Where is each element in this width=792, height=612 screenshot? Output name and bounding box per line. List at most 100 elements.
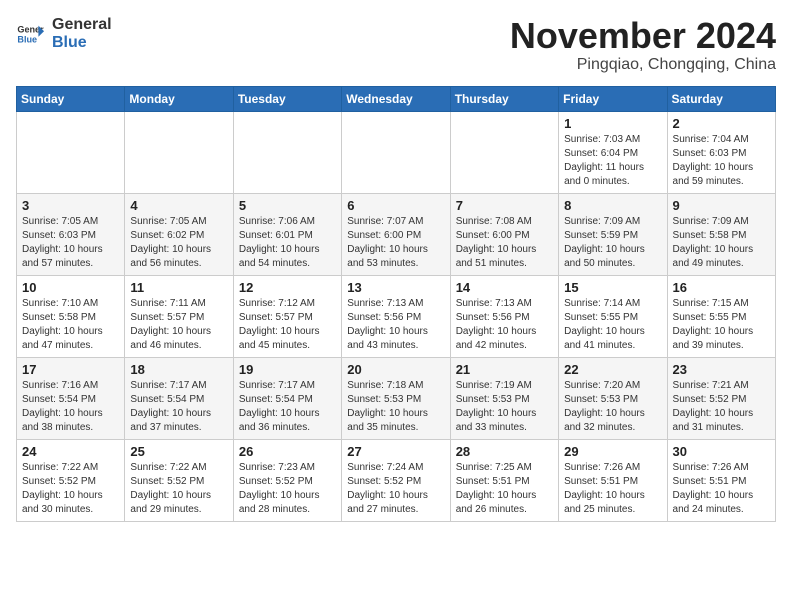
day-number: 27 (347, 444, 444, 459)
logo-icon: General Blue (16, 20, 44, 48)
day-info: Sunrise: 7:13 AM Sunset: 5:56 PM Dayligh… (456, 297, 553, 353)
day-number: 28 (456, 444, 553, 459)
day-number: 1 (564, 116, 661, 131)
day-number: 5 (239, 198, 336, 213)
day-number: 18 (130, 362, 227, 377)
day-number: 16 (673, 280, 770, 295)
calendar-cell: 24 Sunrise: 7:22 AM Sunset: 5:52 PM Dayli… (17, 439, 125, 521)
day-number: 26 (239, 444, 336, 459)
day-info: Sunrise: 7:09 AM Sunset: 5:58 PM Dayligh… (673, 215, 770, 271)
day-number: 20 (347, 362, 444, 377)
day-number: 8 (564, 198, 661, 213)
day-number: 21 (456, 362, 553, 377)
calendar-cell: 26 Sunrise: 7:23 AM Sunset: 5:52 PM Dayli… (233, 439, 341, 521)
month-title: November 2024 (510, 16, 776, 56)
day-info: Sunrise: 7:05 AM Sunset: 6:02 PM Dayligh… (130, 215, 227, 271)
weekday-header-sunday: Sunday (17, 86, 125, 111)
calendar-cell: 2 Sunrise: 7:04 AM Sunset: 6:03 PM Daylig… (667, 111, 775, 193)
day-number: 12 (239, 280, 336, 295)
day-info: Sunrise: 7:07 AM Sunset: 6:00 PM Dayligh… (347, 215, 444, 271)
day-info: Sunrise: 7:24 AM Sunset: 5:52 PM Dayligh… (347, 461, 444, 517)
calendar-cell: 21 Sunrise: 7:19 AM Sunset: 5:53 PM Dayli… (450, 357, 558, 439)
day-number: 23 (673, 362, 770, 377)
week-row-4: 17Sunrise: 7:16 AM Sunset: 5:54 PM Dayli… (17, 357, 776, 439)
logo-blue-text: Blue (52, 34, 112, 52)
weekday-header-thursday: Thursday (450, 86, 558, 111)
calendar-cell: 12 Sunrise: 7:12 AM Sunset: 5:57 PM Dayli… (233, 275, 341, 357)
calendar-cell: 27 Sunrise: 7:24 AM Sunset: 5:52 PM Dayli… (342, 439, 450, 521)
weekday-header-wednesday: Wednesday (342, 86, 450, 111)
day-info: Sunrise: 7:19 AM Sunset: 5:53 PM Dayligh… (456, 379, 553, 435)
day-number: 10 (22, 280, 119, 295)
day-info: Sunrise: 7:12 AM Sunset: 5:57 PM Dayligh… (239, 297, 336, 353)
day-number: 22 (564, 362, 661, 377)
day-info: Sunrise: 7:25 AM Sunset: 5:51 PM Dayligh… (456, 461, 553, 517)
day-info: Sunrise: 7:16 AM Sunset: 5:54 PM Dayligh… (22, 379, 119, 435)
calendar-cell: 4 Sunrise: 7:05 AM Sunset: 6:02 PM Daylig… (125, 193, 233, 275)
calendar-cell: 11Sunrise: 7:11 AM Sunset: 5:57 PM Dayli… (125, 275, 233, 357)
calendar-cell: 6Sunrise: 7:07 AM Sunset: 6:00 PM Daylig… (342, 193, 450, 275)
calendar-cell (233, 111, 341, 193)
calendar-cell: 18Sunrise: 7:17 AM Sunset: 5:54 PM Dayli… (125, 357, 233, 439)
calendar-cell: 22 Sunrise: 7:20 AM Sunset: 5:53 PM Dayli… (559, 357, 667, 439)
title-block: November 2024 Pingqiao, Chongqing, China (510, 16, 776, 74)
day-number: 2 (673, 116, 770, 131)
calendar-cell: 9Sunrise: 7:09 AM Sunset: 5:58 PM Daylig… (667, 193, 775, 275)
calendar-cell: 23 Sunrise: 7:21 AM Sunset: 5:52 PM Dayli… (667, 357, 775, 439)
calendar-cell: 19Sunrise: 7:17 AM Sunset: 5:54 PM Dayli… (233, 357, 341, 439)
svg-text:Blue: Blue (17, 34, 37, 44)
calendar-cell: 28 Sunrise: 7:25 AM Sunset: 5:51 PM Dayli… (450, 439, 558, 521)
day-info: Sunrise: 7:04 AM Sunset: 6:03 PM Dayligh… (673, 133, 770, 189)
day-number: 7 (456, 198, 553, 213)
day-info: Sunrise: 7:26 AM Sunset: 5:51 PM Dayligh… (673, 461, 770, 517)
day-number: 24 (22, 444, 119, 459)
weekday-header-friday: Friday (559, 86, 667, 111)
calendar-cell: 29 Sunrise: 7:26 AM Sunset: 5:51 PM Dayli… (559, 439, 667, 521)
calendar-cell (125, 111, 233, 193)
day-info: Sunrise: 7:20 AM Sunset: 5:53 PM Dayligh… (564, 379, 661, 435)
location-text: Pingqiao, Chongqing, China (510, 56, 776, 74)
day-number: 19 (239, 362, 336, 377)
logo-general-text: General (52, 16, 112, 34)
day-info: Sunrise: 7:11 AM Sunset: 5:57 PM Dayligh… (130, 297, 227, 353)
calendar-cell (342, 111, 450, 193)
day-info: Sunrise: 7:03 AM Sunset: 6:04 PM Dayligh… (564, 133, 661, 189)
week-row-5: 24 Sunrise: 7:22 AM Sunset: 5:52 PM Dayli… (17, 439, 776, 521)
day-info: Sunrise: 7:22 AM Sunset: 5:52 PM Dayligh… (130, 461, 227, 517)
calendar-cell: 17Sunrise: 7:16 AM Sunset: 5:54 PM Dayli… (17, 357, 125, 439)
day-number: 3 (22, 198, 119, 213)
day-info: Sunrise: 7:14 AM Sunset: 5:55 PM Dayligh… (564, 297, 661, 353)
day-info: Sunrise: 7:21 AM Sunset: 5:52 PM Dayligh… (673, 379, 770, 435)
week-row-3: 10Sunrise: 7:10 AM Sunset: 5:58 PM Dayli… (17, 275, 776, 357)
day-number: 29 (564, 444, 661, 459)
day-info: Sunrise: 7:08 AM Sunset: 6:00 PM Dayligh… (456, 215, 553, 271)
calendar-cell: 3Sunrise: 7:05 AM Sunset: 6:03 PM Daylig… (17, 193, 125, 275)
logo: General Blue General Blue (16, 16, 112, 52)
day-number: 4 (130, 198, 227, 213)
calendar-cell: 13Sunrise: 7:13 AM Sunset: 5:56 PM Dayli… (342, 275, 450, 357)
day-info: Sunrise: 7:22 AM Sunset: 5:52 PM Dayligh… (22, 461, 119, 517)
calendar-cell: 10Sunrise: 7:10 AM Sunset: 5:58 PM Dayli… (17, 275, 125, 357)
calendar-cell: 15Sunrise: 7:14 AM Sunset: 5:55 PM Dayli… (559, 275, 667, 357)
day-info: Sunrise: 7:09 AM Sunset: 5:59 PM Dayligh… (564, 215, 661, 271)
day-info: Sunrise: 7:06 AM Sunset: 6:01 PM Dayligh… (239, 215, 336, 271)
weekday-header-saturday: Saturday (667, 86, 775, 111)
day-number: 25 (130, 444, 227, 459)
calendar-cell: 5 Sunrise: 7:06 AM Sunset: 6:01 PM Daylig… (233, 193, 341, 275)
day-info: Sunrise: 7:26 AM Sunset: 5:51 PM Dayligh… (564, 461, 661, 517)
day-info: Sunrise: 7:23 AM Sunset: 5:52 PM Dayligh… (239, 461, 336, 517)
calendar-cell: 20 Sunrise: 7:18 AM Sunset: 5:53 PM Dayli… (342, 357, 450, 439)
calendar-cell: 25 Sunrise: 7:22 AM Sunset: 5:52 PM Dayli… (125, 439, 233, 521)
day-info: Sunrise: 7:13 AM Sunset: 5:56 PM Dayligh… (347, 297, 444, 353)
week-row-1: 1 Sunrise: 7:03 AM Sunset: 6:04 PM Daylig… (17, 111, 776, 193)
day-info: Sunrise: 7:18 AM Sunset: 5:53 PM Dayligh… (347, 379, 444, 435)
day-number: 30 (673, 444, 770, 459)
week-row-2: 3Sunrise: 7:05 AM Sunset: 6:03 PM Daylig… (17, 193, 776, 275)
calendar-cell: 1 Sunrise: 7:03 AM Sunset: 6:04 PM Daylig… (559, 111, 667, 193)
calendar-cell: 16Sunrise: 7:15 AM Sunset: 5:55 PM Dayli… (667, 275, 775, 357)
calendar-cell (450, 111, 558, 193)
calendar-cell: 14 Sunrise: 7:13 AM Sunset: 5:56 PM Dayli… (450, 275, 558, 357)
day-number: 14 (456, 280, 553, 295)
calendar-cell: 7 Sunrise: 7:08 AM Sunset: 6:00 PM Daylig… (450, 193, 558, 275)
page-header: General Blue General Blue November 2024 … (16, 16, 776, 74)
